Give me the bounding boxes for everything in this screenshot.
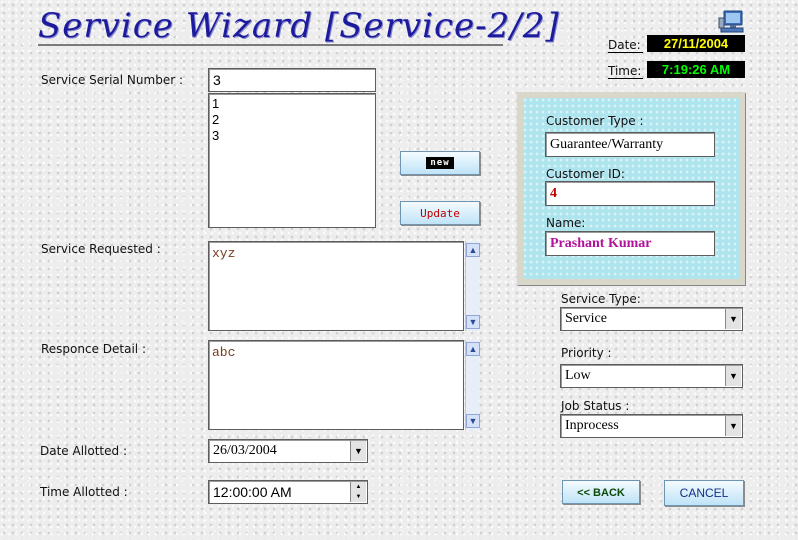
list-item[interactable]: 2 (212, 112, 372, 128)
job-status-value: Inprocess (565, 418, 619, 433)
chevron-down-icon[interactable]: ▼ (725, 366, 741, 386)
list-item[interactable]: 1 (212, 96, 372, 112)
date-allotted-select[interactable]: 26/03/2004 ▼ (208, 439, 368, 463)
cancel-button-label: CANCEL (679, 486, 729, 500)
date-value: 27/11/2004 (647, 35, 745, 52)
responce-detail-label: Responce Detail : (41, 342, 146, 356)
stepper-up-icon[interactable]: ▲ (351, 482, 366, 492)
responce-detail-scrollbar[interactable]: ▲ ▼ (465, 340, 480, 430)
scroll-down-icon[interactable]: ▼ (466, 414, 480, 428)
priority-value: Low (565, 368, 591, 383)
update-button-label: Update (420, 207, 460, 220)
date-allotted-label: Date Allotted : (40, 444, 127, 458)
service-type-label: Service Type: (561, 292, 641, 306)
customer-id-field[interactable]: 4 (545, 181, 715, 206)
back-button-label: << BACK (577, 487, 625, 499)
scroll-up-icon[interactable]: ▲ (466, 342, 480, 356)
time-value: 7:19:26 AM (647, 61, 745, 78)
new-button-label: new (426, 157, 454, 169)
chevron-down-icon[interactable]: ▼ (725, 416, 741, 436)
title-underline (38, 44, 503, 46)
new-button[interactable]: new (400, 151, 480, 175)
list-item[interactable]: 3 (212, 128, 372, 144)
time-label: Time: (608, 64, 644, 79)
date-label: Date: (608, 38, 643, 53)
stepper-down-icon[interactable]: ▼ (351, 492, 366, 502)
time-allotted-label: Time Allotted : (40, 485, 128, 499)
service-type-select[interactable]: Service ▼ (560, 307, 743, 331)
responce-detail-textarea[interactable]: abc (208, 340, 464, 430)
time-allotted-input[interactable]: 12:00:00 AM ▲ ▼ (208, 480, 368, 504)
computer-icon (718, 10, 746, 34)
date-allotted-value: 26/03/2004 (213, 443, 277, 458)
back-button[interactable]: << BACK (562, 480, 640, 504)
service-requested-label: Service Requested : (41, 242, 161, 256)
serial-number-input[interactable]: 3 (208, 68, 376, 92)
priority-label: Priority : (561, 346, 612, 360)
service-requested-scrollbar[interactable]: ▲ ▼ (465, 241, 480, 331)
service-requested-textarea[interactable]: xyz (208, 241, 464, 331)
customer-type-label: Customer Type : (546, 114, 644, 128)
page-title: Service Wizard [Service-2/2] (38, 6, 560, 46)
job-status-label: Job Status : (561, 399, 630, 413)
chevron-down-icon[interactable]: ▼ (725, 309, 741, 329)
time-stepper[interactable]: ▲ ▼ (350, 482, 366, 502)
time-allotted-value: 12:00:00 AM (213, 484, 292, 500)
update-button[interactable]: Update (400, 201, 480, 225)
job-status-select[interactable]: Inprocess ▼ (560, 414, 743, 438)
customer-id-label: Customer ID: (546, 167, 625, 181)
scroll-down-icon[interactable]: ▼ (466, 315, 480, 329)
service-type-value: Service (565, 311, 607, 326)
customer-type-field[interactable]: Guarantee/Warranty (545, 132, 715, 157)
priority-select[interactable]: Low ▼ (560, 364, 743, 388)
chevron-down-icon[interactable]: ▼ (350, 441, 366, 461)
customer-name-field[interactable]: Prashant Kumar (545, 231, 715, 256)
serial-number-label: Service Serial Number : (41, 73, 183, 87)
scroll-up-icon[interactable]: ▲ (466, 243, 480, 257)
serial-number-list[interactable]: 1 2 3 (208, 93, 376, 228)
customer-name-label: Name: (546, 216, 586, 230)
cancel-button[interactable]: CANCEL (664, 480, 744, 506)
